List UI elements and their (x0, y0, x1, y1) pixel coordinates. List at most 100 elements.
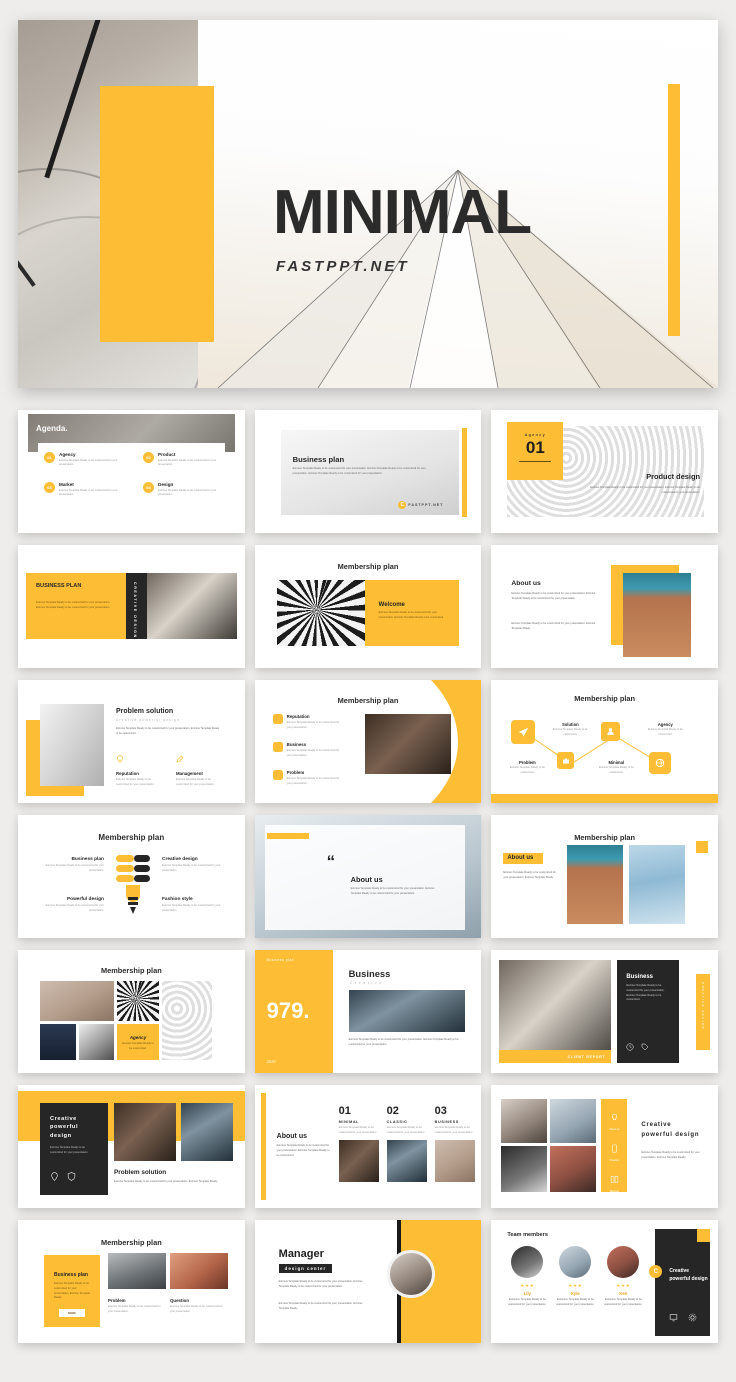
case-icon (562, 758, 569, 763)
ps-item-label: Management (176, 771, 203, 776)
slide-thumb-membership-welcome[interactable]: Membership plan Welcome Eximius Template… (254, 545, 482, 668)
auq-quote-mark: “ (326, 852, 336, 871)
slide-thumb-creative-powerful[interactable]: Creative powerful design Eximius Templat… (18, 1085, 245, 1208)
mf-node-icon[interactable] (511, 720, 536, 744)
slide-thumb-team-members[interactable]: Team members ★★★ Lily Exclusive Template… (491, 1220, 718, 1343)
mf-title: Membership plan (574, 694, 636, 703)
bd-photo (499, 960, 612, 1063)
agenda-item-body: Eximius Template Ready to be customized … (59, 458, 118, 467)
slide-thumb-business-plan-dark[interactable]: CREATIVE DESIGN BUSINESS PLAN Eximius Te… (18, 545, 245, 668)
mbc-item-label: Question (170, 1298, 190, 1303)
mgr-tag: design center (278, 1264, 333, 1273)
tm-member[interactable]: ★★★ Kyle Exclusive Template Ready to be … (553, 1246, 597, 1308)
mbc-card-title: Business plan (54, 1272, 88, 1278)
slide-thumb-creative-powerful-people[interactable]: About us Creative Minimal Creative power… (491, 1085, 718, 1208)
ps-item[interactable]: Reputation Eximius Template Ready to be … (116, 750, 164, 788)
ml-title: Membership plan (337, 696, 399, 705)
tm-member[interactable]: ★★★ Lily Exclusive Template Ready to be … (505, 1246, 549, 1308)
ml-item[interactable]: Business Eximius Template Ready to be cu… (272, 742, 343, 759)
slide-thumb-product-design[interactable]: Agency 01 Product design Eximius Templat… (491, 410, 718, 533)
ps-item-body: Eximius Template Ready to be customized … (116, 778, 155, 786)
mbc-card[interactable]: Business plan Eximius Template Ready to … (44, 1255, 100, 1327)
bp-photo (147, 573, 237, 639)
people-icon (607, 728, 615, 735)
product-design-badge: Agency 01 (507, 422, 564, 480)
mf-node-icon[interactable] (601, 722, 621, 741)
slide-thumb-membership-list[interactable]: Membership plan Reputation Eximius Templ… (254, 680, 482, 803)
mf-node-label: Agency (657, 722, 673, 727)
mw-title: Membership plan (337, 562, 399, 571)
agenda-item[interactable]: 03 Market Eximius Template Ready to be c… (44, 482, 133, 498)
shield-icon (67, 1172, 76, 1181)
agenda-item[interactable]: 01 Agency Eximius Template Ready to be c… (44, 452, 133, 468)
mbc-item[interactable]: Problem Eximius Template Ready to be cus… (108, 1298, 164, 1315)
agenda-title: Agenda. (36, 424, 68, 433)
ma-body: Eximius Template Ready to be customized … (503, 871, 556, 879)
mb-item-body: Eximius Template Ready to be customized … (162, 864, 221, 872)
mbc-item[interactable]: Question Eximius Template Ready to be cu… (170, 1298, 226, 1315)
cpp-rail-item[interactable]: About us (609, 1109, 619, 1131)
hero-accent-block (100, 86, 214, 342)
aun-column[interactable]: 03 BUSINESS Eximius Template Ready to be… (434, 1105, 475, 1182)
hero-accent-bar (668, 84, 680, 336)
mf-node-body: Eximius Template Ready to be customized. (647, 728, 683, 736)
mbc-card-button[interactable]: MORE (59, 1309, 85, 1317)
slide-thumb-problem-solution[interactable]: Problem solution Creative powerful desig… (18, 680, 245, 803)
cpp-rail-item[interactable]: Minimal (610, 1171, 619, 1193)
ml-item-body: Eximius Template Ready to be customized … (286, 721, 340, 729)
mb-item[interactable]: Creative design Eximius Template Ready t… (162, 857, 234, 874)
mg-agency-card[interactable]: Agency Eximius Template Ready to be cust… (117, 1024, 159, 1060)
slide-thumb-business-plan-intro[interactable]: Business plan Eximius Template Ready to … (254, 410, 482, 533)
slide-thumb-membership-gallery[interactable]: Membership plan Agency Eximius Template … (18, 950, 245, 1073)
slide-thumb-business-dark[interactable]: CLIENT REPORT Business Eximius Template … (491, 950, 718, 1073)
agenda-item-list: 01 Agency Eximius Template Ready to be c… (44, 452, 230, 498)
aun-column-body: Eximius Template Ready to be customized … (434, 1126, 474, 1134)
ps-item[interactable]: Management Eximius Template Ready to be … (176, 750, 224, 788)
slide-thumb-business-979[interactable]: Business plan 979. 2022 Business Creativ… (254, 950, 482, 1073)
slide-thumb-membership-business-card[interactable]: Membership plan Business plan Eximius Te… (18, 1220, 245, 1343)
tm-dark-panel: C Creative powerful design (649, 1229, 710, 1336)
aun-column-photo (338, 1139, 379, 1182)
mf-node-body: Eximius Template Ready to be customized. (509, 766, 545, 774)
slide-thumb-about-us-photo[interactable]: About us Eximius Template Ready to be cu… (491, 545, 718, 668)
cpp-body: Eximius Template Ready to be customized … (641, 1151, 700, 1159)
cpp-rail-item[interactable]: Creative (609, 1140, 619, 1162)
ps-item-label: Reputation (116, 771, 139, 776)
mf-node-icon[interactable] (557, 752, 575, 769)
slide-thumb-agenda[interactable]: Agenda. 01 Agency Eximius Template Ready… (18, 410, 245, 533)
agenda-item-body: Eximius Template Ready to be customized … (59, 488, 118, 497)
tm-member[interactable]: ★★★ Ken Exclusive Template Ready to be c… (601, 1246, 645, 1308)
mf-node-icon[interactable] (649, 752, 672, 774)
mbc-card-body: Eximius Template Ready to be customized … (54, 1282, 90, 1300)
tm-stars: ★★★ (520, 1283, 535, 1288)
aun-column-number: 01 (338, 1105, 351, 1117)
mb-item[interactable]: Business plan Eximius Template Ready to … (32, 857, 104, 874)
aun-column[interactable]: 02 CLASSIC Eximius Template Ready to be … (386, 1105, 427, 1182)
mb-item[interactable]: Powerful design Eximius Template Ready t… (32, 897, 104, 914)
mf-bottom-bar (491, 794, 718, 803)
mb-item[interactable]: Fashion style Eximius Template Ready to … (162, 897, 234, 914)
mgr-title: Manager (278, 1248, 324, 1260)
slide-thumb-about-us-numbers[interactable]: About us Eximius Template Ready to be cu… (254, 1085, 482, 1208)
tm-avatar (559, 1246, 592, 1278)
tm-icon-row (669, 1313, 697, 1322)
agenda-item[interactable]: 02 Product Eximius Template Ready to be … (143, 452, 232, 468)
aun-column-number: 03 (434, 1105, 447, 1117)
tm-panel-title: Creative powerful design (669, 1268, 708, 1282)
slide-thumb-membership-about[interactable]: Membership plan About us Eximius Templat… (491, 815, 718, 938)
ml-item[interactable]: Reputation Eximius Template Ready to be … (272, 714, 343, 731)
send-icon (518, 727, 529, 737)
agenda-item[interactable]: 04 Design Eximius Template Ready to be c… (143, 482, 232, 498)
slide-thumb-manager[interactable]: Manager design center Eximius Template R… (254, 1220, 482, 1343)
slide-thumb-membership-flow[interactable]: Membership plan Problem Eximius Template… (491, 680, 718, 803)
gear-icon (689, 1313, 697, 1322)
hero-slide[interactable]: MINIMAL FASTPPT.NET (18, 20, 718, 388)
agenda-item-number: 03 (44, 482, 55, 494)
ml-item[interactable]: Problem Eximius Template Ready to be cus… (272, 770, 343, 787)
aun-column[interactable]: 01 MINIMAL Eximius Template Ready to be … (338, 1105, 379, 1182)
mbc-item-body: Eximius Template Ready to be customized … (108, 1305, 161, 1313)
mg-title: Membership plan (100, 966, 162, 975)
hero-title: MINIMAL (273, 178, 532, 247)
slide-thumb-about-us-quote[interactable]: “ About us Eximius Template Ready to be … (254, 815, 482, 938)
slide-thumb-membership-bulb[interactable]: Membership plan Business plan Eximius Te (18, 815, 245, 938)
